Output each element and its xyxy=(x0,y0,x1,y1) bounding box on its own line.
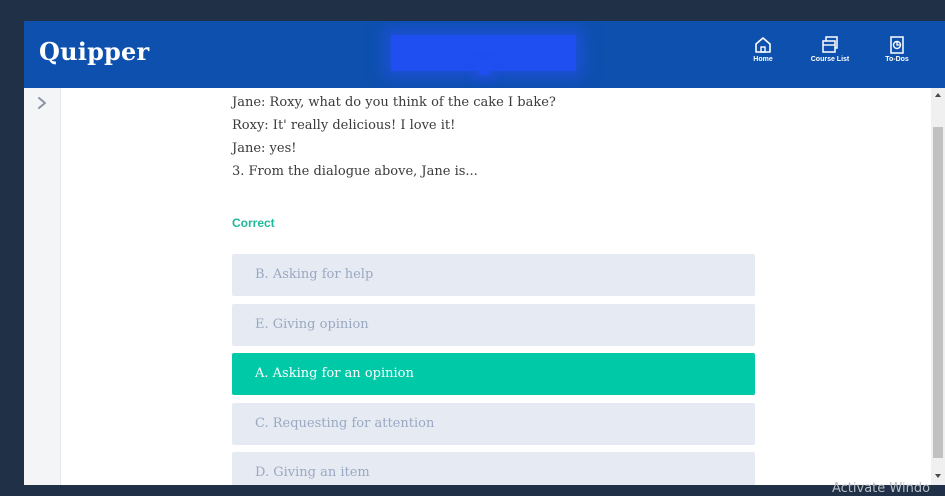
todo-icon xyxy=(890,36,904,54)
nav-course-list[interactable]: Course List xyxy=(802,35,858,63)
answer-option-c[interactable]: C. Requesting for attention xyxy=(232,403,755,445)
nav-home-label: Home xyxy=(753,56,773,63)
redacted-area xyxy=(391,35,576,71)
nav-course-list-label: Course List xyxy=(810,56,850,63)
nav-todos[interactable]: To-Dos xyxy=(869,35,925,63)
question-content: Jane: Roxy, what do you think of the cak… xyxy=(61,88,931,485)
top-bar: Quipper Home Course List To-Dos xyxy=(24,21,945,88)
dialogue-line: Roxy: It' really delicious! I love it! xyxy=(232,118,456,133)
nav-home[interactable]: Home xyxy=(735,35,791,63)
answer-option-e[interactable]: E. Giving opinion xyxy=(232,304,755,346)
question-text: 3. From the dialogue above, Jane is... xyxy=(232,164,478,179)
quipper-logo[interactable]: Quipper xyxy=(39,37,149,66)
answer-option-b[interactable]: B. Asking for help xyxy=(232,254,755,296)
app-window: Quipper Home Course List To-Dos Jane: Ro… xyxy=(24,21,945,485)
result-status: Correct xyxy=(232,216,275,230)
course-list-icon xyxy=(822,36,838,53)
home-icon xyxy=(755,37,771,53)
chevron-right-icon[interactable] xyxy=(36,96,48,110)
answer-option-a-selected[interactable]: A. Asking for an opinion xyxy=(232,353,755,395)
redacted-area-notch xyxy=(479,69,489,75)
dialogue-line: Jane: Roxy, what do you think of the cak… xyxy=(232,95,556,110)
scroll-down-arrow-icon[interactable] xyxy=(935,474,941,478)
activation-watermark: Activate Windo xyxy=(832,481,931,496)
scroll-thumb[interactable] xyxy=(933,127,943,458)
answer-option-d[interactable]: D. Giving an item xyxy=(232,452,755,485)
side-panel xyxy=(24,88,61,485)
scroll-up-arrow-icon[interactable] xyxy=(935,93,941,97)
dialogue-line: Jane: yes! xyxy=(232,141,297,156)
nav-todos-label: To-Dos xyxy=(885,56,909,63)
vertical-scrollbar[interactable] xyxy=(931,88,945,485)
